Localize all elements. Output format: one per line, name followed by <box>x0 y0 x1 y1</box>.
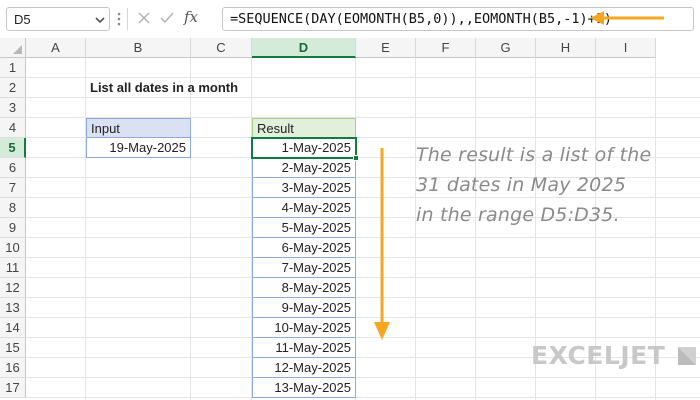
row-header-10[interactable]: 10 <box>0 238 26 258</box>
row-gridline <box>26 297 700 298</box>
row-header-15[interactable]: 15 <box>0 338 26 358</box>
row-header-9[interactable]: 9 <box>0 218 26 238</box>
row-header-8[interactable]: 8 <box>0 198 26 218</box>
result-date-cell[interactable]: 3-May-2025 <box>252 178 356 198</box>
row-header-11[interactable]: 11 <box>0 258 26 278</box>
active-cell-selection[interactable] <box>251 137 357 159</box>
result-date-cell[interactable]: 4-May-2025 <box>252 198 356 218</box>
row-header-7[interactable]: 7 <box>0 178 26 198</box>
column-header-c[interactable]: C <box>191 38 252 58</box>
result-date-cell[interactable]: 11-May-2025 <box>252 338 356 358</box>
worksheet-grid[interactable]: ABCDEFGHI 1 2 3 4 5 6 7 8 9 10 11 12 13 14 15 16 17 List… <box>0 38 700 400</box>
column-header-e[interactable]: E <box>356 38 416 58</box>
result-date-cell[interactable]: 13-May-2025 <box>252 378 356 398</box>
row-header-3[interactable]: 3 <box>0 98 26 118</box>
note-line: in the range D5:D35. <box>416 204 620 226</box>
result-date-cell[interactable]: 2-May-2025 <box>252 158 356 178</box>
name-box-value: D5 <box>14 12 31 27</box>
row-header-2[interactable]: 2 <box>0 78 26 98</box>
column-header-f[interactable]: F <box>416 38 476 58</box>
result-date-cell[interactable]: 6-May-2025 <box>252 238 356 258</box>
logo-text: EXCELJET <box>531 341 666 370</box>
row-gridline <box>26 277 700 278</box>
row-header-13[interactable]: 13 <box>0 298 26 318</box>
down-arrow-icon <box>374 148 390 340</box>
annotation-note: The result is a list of the 31 dates in … <box>416 140 696 230</box>
formula-text: =SEQUENCE(DAY(EOMONTH(B5,0)),,EOMONTH(B5… <box>230 11 613 27</box>
note-line: The result is a list of the <box>416 144 652 166</box>
result-date-cell[interactable]: 5-May-2025 <box>252 218 356 238</box>
result-header-cell[interactable]: Result <box>252 118 356 138</box>
formula-bar: D5 fx =SEQUENCE(DAY(EOMONTH(B5,0)),,EOMO… <box>0 0 700 37</box>
cancel-icon[interactable] <box>137 11 151 25</box>
column-gridline <box>190 58 191 400</box>
row-header-16[interactable]: 16 <box>0 358 26 378</box>
row-header-6[interactable]: 6 <box>0 158 26 178</box>
result-date-cell[interactable]: 12-May-2025 <box>252 358 356 378</box>
column-gridline <box>85 58 86 400</box>
sheet-title[interactable]: List all dates in a month <box>90 78 238 98</box>
row-header-5[interactable]: 5 <box>0 138 26 158</box>
input-date-cell[interactable]: 19-May-2025 <box>86 138 191 158</box>
row-header-12[interactable]: 12 <box>0 278 26 298</box>
select-all-corner[interactable] <box>0 38 26 58</box>
name-box[interactable]: D5 <box>6 7 110 31</box>
left-arrow-icon <box>590 11 664 25</box>
fill-handle[interactable] <box>353 155 359 161</box>
row-header-4[interactable]: 4 <box>0 118 26 138</box>
row-header-17[interactable]: 17 <box>0 378 26 398</box>
row-gridline <box>26 337 700 338</box>
column-header-i[interactable]: I <box>596 38 656 58</box>
logo-mark-icon <box>678 347 696 365</box>
column-header-h[interactable]: H <box>536 38 596 58</box>
column-header-d[interactable]: D <box>252 38 356 58</box>
row-gridline <box>26 257 700 258</box>
insert-function-icon[interactable]: fx <box>184 8 198 26</box>
row-gridline <box>26 377 700 378</box>
enter-check-icon[interactable] <box>159 11 175 25</box>
result-date-cell[interactable]: 9-May-2025 <box>252 298 356 318</box>
input-header-cell[interactable]: Input <box>86 118 191 138</box>
column-header-a[interactable]: A <box>26 38 86 58</box>
result-date-cell[interactable]: 8-May-2025 <box>252 278 356 298</box>
row-gridline <box>26 237 700 238</box>
note-line: 31 dates in May 2025 <box>416 174 627 196</box>
more-options-icon[interactable] <box>117 10 121 28</box>
row-header-14[interactable]: 14 <box>0 318 26 338</box>
column-header-b[interactable]: B <box>86 38 191 58</box>
result-date-cell[interactable]: 7-May-2025 <box>252 258 356 278</box>
formula-bar-divider <box>127 8 128 30</box>
row-header-1[interactable]: 1 <box>0 58 26 78</box>
chevron-down-icon[interactable] <box>93 14 107 26</box>
column-header-g[interactable]: G <box>476 38 536 58</box>
row-gridline <box>26 397 700 398</box>
row-gridline <box>26 317 700 318</box>
result-date-cell[interactable]: 10-May-2025 <box>252 318 356 338</box>
